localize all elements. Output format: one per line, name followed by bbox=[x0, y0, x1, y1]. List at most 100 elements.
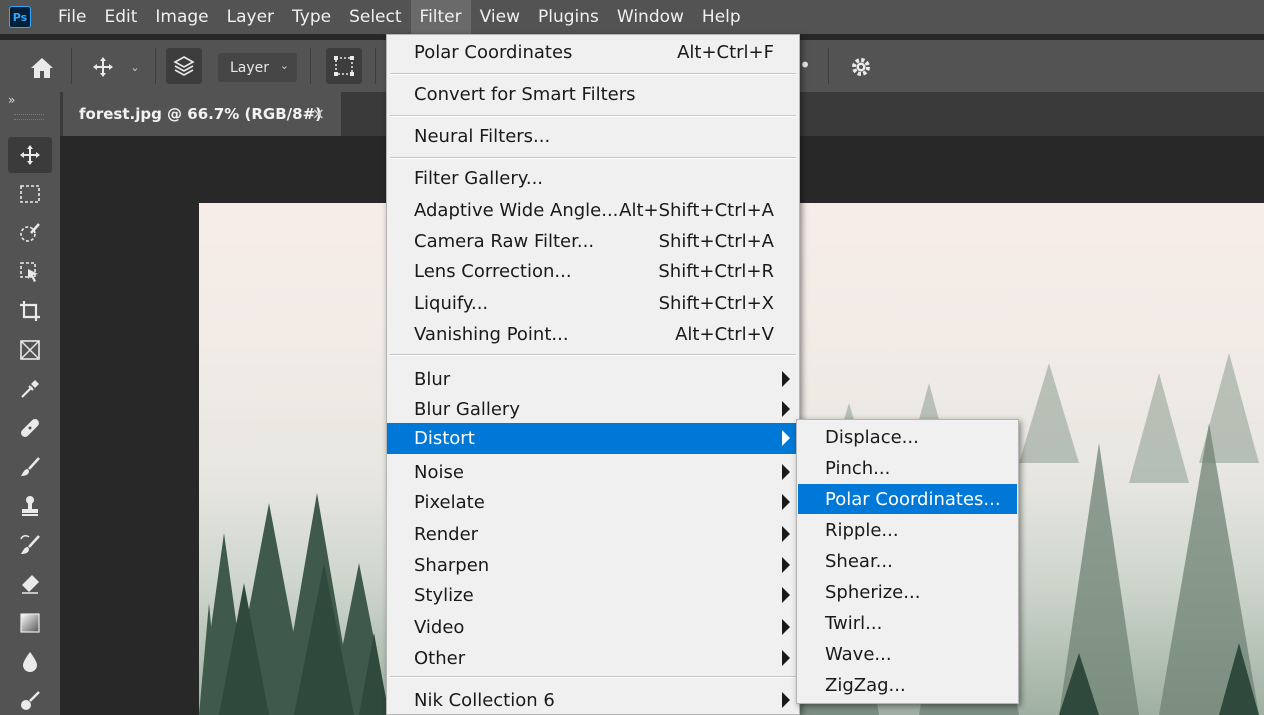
submenu-arrow-icon bbox=[782, 587, 790, 603]
move-tool-icon[interactable] bbox=[88, 52, 118, 82]
filter-submenu-item-distort[interactable]: Distort bbox=[387, 423, 799, 454]
menu-item-label: Camera Raw Filter... bbox=[414, 230, 595, 252]
distort-submenu-item[interactable]: ZigZag... bbox=[798, 670, 1017, 700]
filter-submenu-item[interactable]: Video bbox=[387, 612, 799, 642]
filter-menu-item[interactable]: Vanishing Point... Alt+Ctrl+V bbox=[387, 319, 799, 349]
menu-type[interactable]: Type bbox=[283, 0, 340, 34]
layer-select[interactable]: Layer ⌄ bbox=[218, 53, 297, 82]
marquee-tool-icon[interactable] bbox=[8, 176, 52, 212]
distort-submenu-item[interactable]: Spherize... bbox=[798, 577, 1017, 607]
distort-submenu-item[interactable]: Twirl... bbox=[798, 608, 1017, 638]
eraser-tool-icon[interactable] bbox=[8, 566, 52, 602]
distort-submenu: Displace... Pinch... Polar Coordinates..… bbox=[796, 419, 1019, 704]
filter-menu-item[interactable]: Convert for Smart Filters bbox=[387, 79, 799, 109]
menu-separator bbox=[390, 73, 796, 75]
history-brush-tool-icon[interactable] bbox=[8, 527, 52, 563]
filter-submenu-item[interactable]: Stylize bbox=[387, 580, 799, 610]
menu-item-label: Blur bbox=[414, 368, 451, 390]
blur-tool-icon[interactable] bbox=[8, 644, 52, 680]
filter-menu-item[interactable]: Filter Gallery... bbox=[387, 163, 799, 193]
menu-item-label: Blur Gallery bbox=[414, 398, 520, 420]
menu-view[interactable]: View bbox=[471, 0, 529, 34]
chevron-down-icon: ⌄ bbox=[279, 59, 289, 72]
panel-grip[interactable] bbox=[14, 114, 44, 120]
menu-item-label: Sharpen bbox=[414, 554, 490, 576]
dodge-tool-icon[interactable] bbox=[8, 683, 52, 715]
distort-submenu-item-polar-coordinates[interactable]: Polar Coordinates... bbox=[798, 484, 1017, 514]
menu-item-label: Neural Filters... bbox=[414, 125, 551, 147]
gear-icon[interactable] bbox=[846, 52, 876, 82]
menu-item-label: Distort bbox=[414, 428, 475, 449]
menu-item-label: Polar Coordinates bbox=[414, 41, 573, 63]
brush-tool-icon[interactable] bbox=[8, 449, 52, 485]
distort-submenu-item[interactable]: Shear... bbox=[798, 546, 1017, 576]
auto-select-layer-icon[interactable] bbox=[166, 48, 202, 84]
menu-image[interactable]: Image bbox=[146, 0, 217, 34]
menu-window[interactable]: Window bbox=[608, 0, 693, 34]
crop-tool-icon[interactable] bbox=[8, 293, 52, 329]
filter-submenu-item[interactable]: Noise bbox=[387, 457, 799, 487]
menu-plugins[interactable]: Plugins bbox=[529, 0, 608, 34]
document-tab[interactable]: forest.jpg @ 66.7% (RGB/8#) × bbox=[63, 92, 341, 136]
filter-menu-item[interactable]: Camera Raw Filter... Shift+Ctrl+A bbox=[387, 226, 799, 256]
menu-layer[interactable]: Layer bbox=[218, 0, 283, 34]
distort-submenu-item[interactable]: Wave... bbox=[798, 639, 1017, 669]
eyedropper-tool-icon[interactable] bbox=[8, 371, 52, 407]
filter-menu-item[interactable]: Lens Correction... Shift+Ctrl+R bbox=[387, 256, 799, 286]
filter-submenu-item[interactable]: Blur Gallery bbox=[387, 394, 799, 424]
clone-stamp-tool-icon[interactable] bbox=[8, 488, 52, 524]
menu-file[interactable]: File bbox=[49, 0, 95, 34]
more-options-icon[interactable]: • bbox=[798, 53, 812, 77]
menu-separator bbox=[390, 157, 796, 159]
photoshop-logo: Ps bbox=[9, 6, 31, 28]
menu-item-shortcut: Shift+Ctrl+X bbox=[658, 292, 774, 314]
menu-separator bbox=[390, 676, 796, 678]
menu-item-shortcut: Alt+Ctrl+F bbox=[677, 41, 774, 63]
menu-item-label: Vanishing Point... bbox=[414, 323, 569, 345]
menu-edit[interactable]: Edit bbox=[95, 0, 146, 34]
panel-collapse-icon[interactable]: » bbox=[8, 93, 15, 107]
filter-menu-item[interactable]: Polar Coordinates Alt+Ctrl+F bbox=[387, 37, 799, 67]
move-tool-icon[interactable] bbox=[8, 137, 52, 173]
filter-menu-item[interactable]: Liquify... Shift+Ctrl+X bbox=[387, 288, 799, 318]
menu-item-label: Render bbox=[414, 523, 479, 545]
menu-separator bbox=[390, 115, 796, 117]
filter-submenu-item[interactable]: Sharpen bbox=[387, 550, 799, 580]
menu-select[interactable]: Select bbox=[340, 0, 410, 34]
quick-selection-tool-icon[interactable] bbox=[8, 215, 52, 251]
chevron-down-icon[interactable]: ⌄ bbox=[126, 57, 144, 77]
menu-item-label: Nik Collection 6 bbox=[414, 689, 555, 711]
transform-controls-icon[interactable] bbox=[326, 48, 362, 84]
healing-brush-tool-icon[interactable] bbox=[8, 410, 52, 446]
gradient-tool-icon[interactable] bbox=[8, 605, 52, 641]
submenu-arrow-icon bbox=[782, 401, 790, 417]
distort-submenu-item[interactable]: Displace... bbox=[798, 422, 1017, 452]
filter-submenu-item[interactable]: Nik Collection 6 bbox=[387, 685, 799, 715]
submenu-arrow-icon bbox=[782, 371, 790, 387]
object-selection-tool-icon[interactable] bbox=[8, 254, 52, 290]
menu-separator bbox=[390, 354, 796, 356]
menu-help[interactable]: Help bbox=[693, 0, 750, 34]
submenu-arrow-icon bbox=[782, 464, 790, 480]
filter-menu-item[interactable]: Neural Filters... bbox=[387, 121, 799, 151]
close-icon[interactable]: × bbox=[312, 104, 325, 123]
menu-item-label: Pixelate bbox=[414, 491, 485, 513]
filter-submenu-item[interactable]: Render bbox=[387, 519, 799, 549]
menu-item-label: Stylize bbox=[414, 584, 474, 606]
menu-item-label: Convert for Smart Filters bbox=[414, 83, 636, 105]
submenu-arrow-icon bbox=[782, 650, 790, 666]
distort-submenu-item[interactable]: Pinch... bbox=[798, 453, 1017, 483]
menu-item-shortcut: Alt+Shift+Ctrl+A bbox=[619, 199, 774, 221]
filter-submenu-item[interactable]: Blur bbox=[387, 364, 799, 394]
filter-menu: Polar Coordinates Alt+Ctrl+F Convert for… bbox=[386, 34, 800, 715]
frame-tool-icon[interactable] bbox=[8, 332, 52, 368]
document-tab-title: forest.jpg @ 66.7% (RGB/8#) bbox=[79, 105, 323, 123]
filter-submenu-item[interactable]: Other bbox=[387, 643, 799, 673]
filter-menu-item[interactable]: Adaptive Wide Angle... Alt+Shift+Ctrl+A bbox=[387, 195, 799, 225]
distort-submenu-item[interactable]: Ripple... bbox=[798, 515, 1017, 545]
submenu-arrow-icon bbox=[782, 557, 790, 573]
menu-filter[interactable]: Filter bbox=[410, 0, 471, 34]
filter-submenu-item[interactable]: Pixelate bbox=[387, 487, 799, 517]
menu-item-label: Lens Correction... bbox=[414, 260, 572, 282]
home-icon[interactable] bbox=[26, 52, 58, 84]
